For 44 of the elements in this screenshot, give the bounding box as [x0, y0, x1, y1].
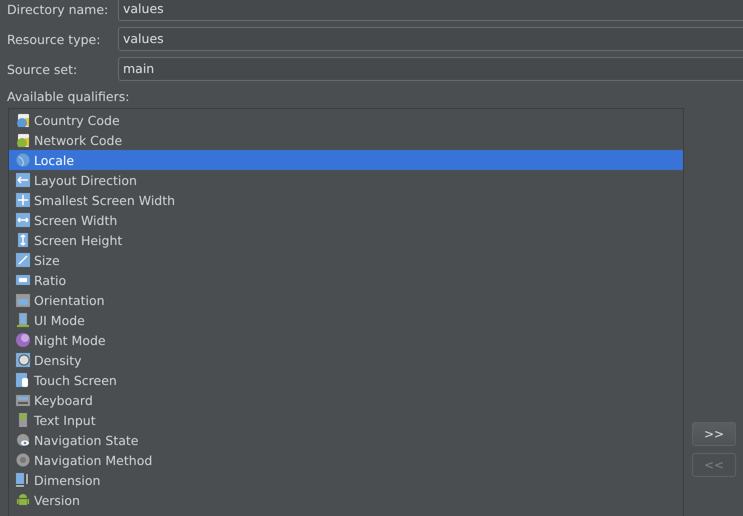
sim-card-icon [16, 113, 30, 127]
diagonal-arrow-icon [16, 253, 30, 267]
list-item[interactable]: Orientation [9, 290, 683, 310]
field-label: Source set: [7, 62, 78, 76]
phone-icon [16, 413, 30, 427]
keyboard-icon [16, 393, 30, 407]
dpad-icon [16, 453, 30, 467]
list-item[interactable]: Network Code [9, 130, 683, 150]
list-item[interactable]: Ratio [9, 270, 683, 290]
input-field[interactable]: values [118, 0, 743, 21]
density-icon [16, 353, 30, 367]
list-item[interactable]: Country Code [9, 110, 683, 130]
ratio-icon [16, 273, 30, 287]
list-item[interactable]: Locale [9, 150, 683, 170]
field-label: Resource type: [7, 32, 102, 46]
list-item[interactable]: Text Input [9, 410, 683, 430]
input-field[interactable]: values [118, 27, 743, 51]
input-field[interactable]: main [118, 57, 743, 81]
monitor-icon [16, 293, 30, 307]
section-label: Available qualifiers: [6, 88, 130, 106]
sim-card-icon [16, 133, 30, 147]
list-item[interactable]: Layout Direction [9, 170, 683, 190]
list-item[interactable]: Navigation State [9, 430, 683, 450]
list-item[interactable]: Size [9, 250, 683, 270]
moon-icon [16, 333, 30, 347]
phone-on-base-icon [16, 313, 30, 327]
list-item[interactable]: Density [9, 350, 683, 370]
dimension-icon [16, 473, 30, 487]
android-icon [16, 493, 30, 507]
move-button[interactable]: >> [692, 422, 736, 446]
list-item[interactable]: Screen Width [9, 210, 683, 230]
list-item[interactable]: Navigation Method [9, 450, 683, 470]
field-label: Directory name: [7, 2, 110, 16]
list-item[interactable]: Dimension [9, 470, 683, 490]
list-item[interactable]: Version [9, 490, 683, 510]
dpad-eye-icon [16, 433, 30, 447]
list-item[interactable]: Keyboard [9, 390, 683, 410]
list-item[interactable]: Night Mode [9, 330, 683, 350]
list-item[interactable]: Screen Height [9, 230, 683, 250]
globe-icon [16, 153, 30, 167]
list-item[interactable]: UI Mode [9, 310, 683, 330]
list-item[interactable]: Smallest Screen Width [9, 190, 683, 210]
left-arrow-icon [16, 173, 30, 187]
list-item[interactable]: Touch Screen [9, 370, 683, 390]
